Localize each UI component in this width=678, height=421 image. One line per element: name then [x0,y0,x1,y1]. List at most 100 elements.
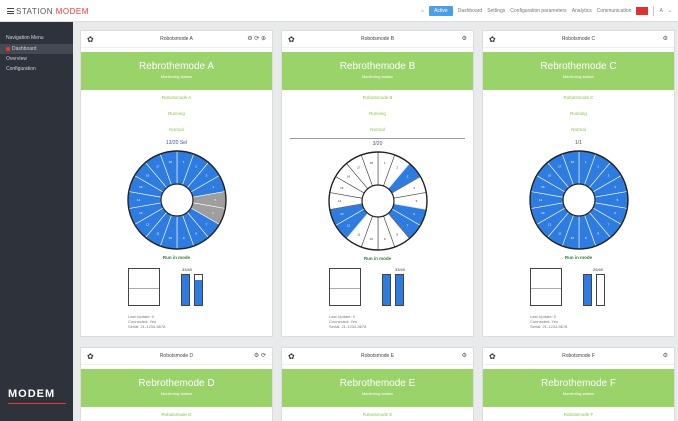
wheel-hub [159,183,194,217]
wheel-hub [360,184,395,218]
card-action-icons[interactable]: ⚙ [462,352,467,359]
level-bar-fill [383,275,390,305]
banner-title: Rebrothemode D [138,378,215,389]
info-row: Normal [370,127,385,132]
wheel-slot-number: 14 [538,198,542,202]
wheel-slot-number: 16 [547,173,551,177]
slot-wheel: 123456789101112131415161718 [528,150,629,250]
sidebar-header: Navigation Menu [6,35,44,41]
meta-line: Serial: 21-1234-5678 [530,324,568,329]
gauge-midline [531,288,561,289]
card-action-icons[interactable]: ⚙ ⟳ [254,352,266,359]
status-banner: Rebrothemode E Monitoring station [282,369,473,407]
card-meta: Last Update: 0 Connected: Yes Serial: 21… [81,314,272,329]
sidebar-item-overview[interactable]: Overview [0,54,73,64]
info-row: Robotsmode F [563,412,594,417]
slot-wheel: 123456789101112131415161718 [327,151,428,251]
chevron-down-icon[interactable]: ⌄ [668,8,672,14]
status-banner: Rebrothemode F Monitoring station [483,369,674,407]
card-title: Robotsmode C [561,36,596,42]
card-action-icons[interactable]: ⚙ [663,352,668,359]
wheel-slot-number: 13 [139,211,143,215]
info-row: Robotsmode E [362,412,393,417]
gauge-area: 33/40 [81,264,272,314]
wheel-slot-number: 15 [340,186,344,190]
card-header: ✿ Robotsmode E ⚙ [282,348,473,365]
status-banner: Rebrothemode A Monitoring station [81,52,272,90]
wheel-slot-number: 12 [547,223,551,227]
nav-dashboard[interactable]: Dashboard [458,8,482,14]
card-header: ✿ Robotsmode A ⚙ ⟳ ⊕ [81,31,272,48]
sidebar-item-label: Dashboard [12,46,37,52]
wheel-slot-number: 10 [369,237,373,241]
dashboard-icon [6,46,10,51]
wheel-slot-number: 13 [340,212,344,216]
brand-logo: MODEM [8,388,56,400]
top-bar: STATION MODEM ⌂ Active Dashboard Setting… [0,0,678,22]
status-ok-label: Run in mode [162,255,191,260]
card-header: ✿ Robotsmode F ⚙ [483,348,674,365]
bar-label: 33/40 [182,267,193,272]
wheel-slot-number: 11 [357,232,360,236]
active-button[interactable]: Active [429,6,453,16]
level-bar-fill [195,279,202,305]
card-meta: Last Update: 0 Connected: Yes Serial: 21… [483,314,674,329]
wheel-slot-number: 11 [558,231,561,235]
status-ok-label: Run in mode [363,256,392,261]
banner-subtitle: Monitoring station [160,391,193,396]
menu-icon[interactable] [7,8,14,14]
app-logo[interactable]: STATION MODEM [16,7,89,16]
nav-config[interactable]: Configuration parameters [510,8,566,14]
capacity-label: 3/20 [372,141,383,147]
wheel-slot-number: 10 [168,236,172,240]
wheel-slot-number: 17 [156,165,160,169]
level-bar-fill [396,275,403,305]
info-row: Robotsmode A [161,95,192,100]
meta-line: Serial: 21-1234-5678 [128,324,166,329]
card-meta: Last Update: 0 Connected: Yes Serial: 21… [282,314,473,329]
bar-label: 25/40 [593,267,604,272]
nav-analytics[interactable]: Analytics [572,8,592,14]
language-flag-icon[interactable] [636,7,649,15]
nav-settings[interactable]: Settings [487,8,505,14]
slot-wheel: 123456789101112131415161718 [126,150,227,250]
banner-subtitle: Monitoring station [361,74,394,79]
level-bar [596,274,605,306]
user-icon[interactable]: A [659,8,662,14]
card-action-icons[interactable]: ⚙ [462,35,467,42]
banner-subtitle: Monitoring station [361,391,394,396]
sidebar-item-dashboard[interactable]: Dashboard [0,44,73,54]
banner-title: Rebrothemode F [540,378,617,389]
robot-card: ✿ Robotsmode A ⚙ ⟳ ⊕ Rebrothemode A Moni… [80,30,273,337]
gauge-midline [330,288,360,289]
box-gauge [329,268,361,306]
info-row: Running [369,111,386,116]
banner-subtitle: Monitoring station [562,391,595,396]
bar-label: 33/40 [395,267,406,272]
wheel-slot-number: 12 [145,223,149,227]
brand-logo-underline [8,403,66,404]
wheel-slot-number: 17 [558,165,562,169]
sidebar: Navigation Menu Dashboard Overview Confi… [0,22,73,421]
card-action-icons[interactable]: ⚙ [663,35,668,42]
card-action-icons[interactable]: ⚙ ⟳ ⊕ [247,35,266,42]
card-title: Robotsmode A [160,36,193,42]
bell-icon[interactable]: ⌂ [421,8,424,14]
status-banner: Rebrothemode D Monitoring station [81,369,272,407]
card-title: Robotsmode F [562,353,595,359]
status-banner: Rebrothemode B Monitoring station [282,52,473,90]
sidebar-item-configuration[interactable]: Configuration [0,64,73,74]
meta-line: Serial: 21-1234-5678 [329,324,367,329]
info-row: Normal [571,127,586,132]
level-bar-fill [584,275,591,305]
banner-title: Rebrothemode C [540,61,617,72]
wheel-slot-number: 16 [145,173,149,177]
capacity-label: 13/20 Sel [165,140,188,146]
card-header: ✿ Robotsmode D ⚙ ⟳ [81,348,272,365]
level-bar-fill [182,275,189,305]
card-header: ✿ Robotsmode C ⚙ [483,31,674,48]
nav-communication[interactable]: Communication [597,8,632,14]
banner-title: Rebrothemode B [339,61,416,72]
divider [653,6,655,16]
banner-title: Rebrothemode E [339,378,416,389]
